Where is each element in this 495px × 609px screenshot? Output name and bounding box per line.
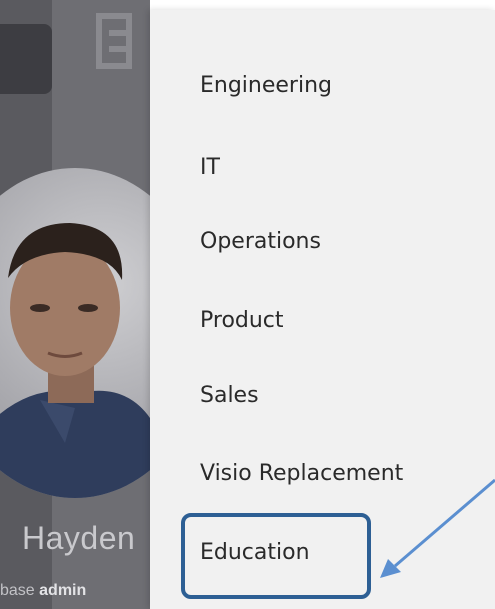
menu-item-it[interactable]: IT	[200, 155, 220, 180]
profile-avatar-wrap	[0, 168, 150, 498]
menu-item-operations[interactable]: Operations	[200, 229, 321, 254]
profile-role: base admin	[0, 582, 86, 600]
dimmed-background-panel: Hayden base admin	[0, 0, 150, 609]
screenshot-stage: Hayden base admin Engineering IT Operati…	[0, 0, 495, 609]
menu-item-sales[interactable]: Sales	[200, 383, 259, 408]
menu-item-engineering[interactable]: Engineering	[200, 73, 332, 98]
menu-item-visio-replacement[interactable]: Visio Replacement	[200, 461, 403, 486]
profile-role-bold: admin	[39, 582, 87, 599]
sidebar-tile	[0, 24, 52, 94]
profile-role-prefix: base	[0, 582, 35, 599]
profile-name: Hayden	[22, 520, 136, 556]
menu-item-product[interactable]: Product	[200, 308, 284, 333]
person-photo-icon	[0, 223, 150, 498]
avatar	[0, 168, 150, 498]
app-logo-icon	[96, 13, 132, 69]
annotation-highlight-box	[181, 513, 371, 599]
